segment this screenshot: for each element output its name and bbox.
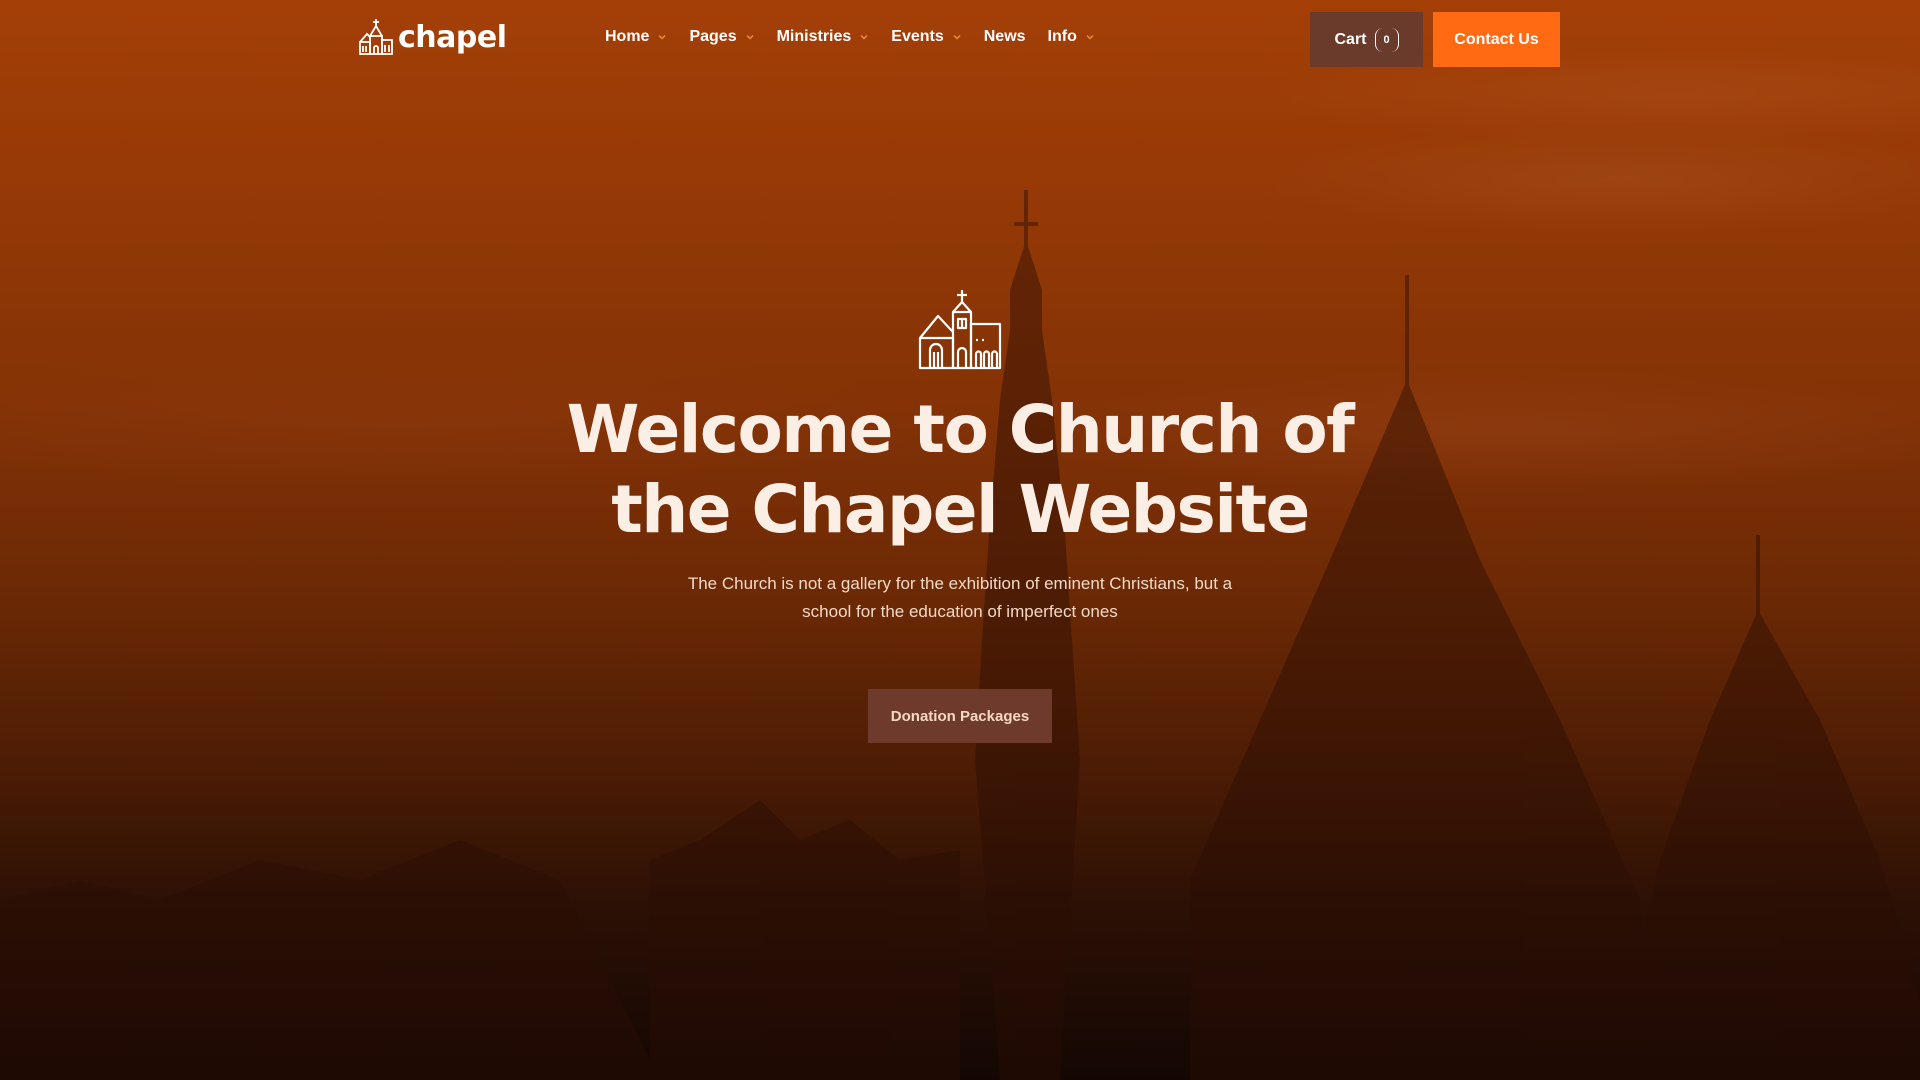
donation-packages-button[interactable]: Donation Packages	[868, 689, 1052, 743]
cart-label: Cart	[1334, 30, 1367, 48]
cart-count-badge: 0	[1374, 27, 1399, 52]
contact-us-button[interactable]: Contact Us	[1433, 12, 1560, 67]
nav-item-label: Events	[891, 28, 944, 45]
nav-item-info[interactable]: Info	[1048, 28, 1095, 46]
chevron-down-icon	[746, 34, 754, 40]
site-header: chapel Home Pages Ministries Events News…	[0, 0, 1920, 80]
hero-subtitle: The Church is not a gallery for the exhi…	[687, 574, 1233, 621]
hero-title: Welcome to Church of the Chapel Website	[566, 391, 1355, 548]
nav-item-events[interactable]: Events	[891, 28, 961, 46]
church-icon	[918, 290, 1002, 370]
brand-logo[interactable]: chapel	[358, 18, 507, 56]
chevron-down-icon	[860, 34, 868, 40]
church-icon	[359, 19, 393, 55]
nav-item-label: Pages	[689, 28, 737, 45]
chevron-down-icon	[953, 34, 961, 40]
nav-item-label: News	[983, 28, 1026, 45]
nav-item-home[interactable]: Home	[605, 28, 667, 46]
brand-name: chapel	[398, 19, 507, 55]
chevron-down-icon	[1086, 34, 1094, 40]
chevron-down-icon	[658, 34, 666, 40]
nav-item-label: Info	[1047, 28, 1077, 45]
nav-item-news[interactable]: News	[984, 28, 1026, 46]
nav-item-label: Ministries	[776, 28, 852, 45]
nav-item-label: Home	[605, 28, 650, 45]
main-nav: Home Pages Ministries Events News Info	[605, 28, 1117, 46]
nav-item-pages[interactable]: Pages	[689, 28, 754, 46]
cart-button[interactable]: Cart 0	[1310, 12, 1423, 67]
nav-item-ministries[interactable]: Ministries	[777, 28, 870, 46]
